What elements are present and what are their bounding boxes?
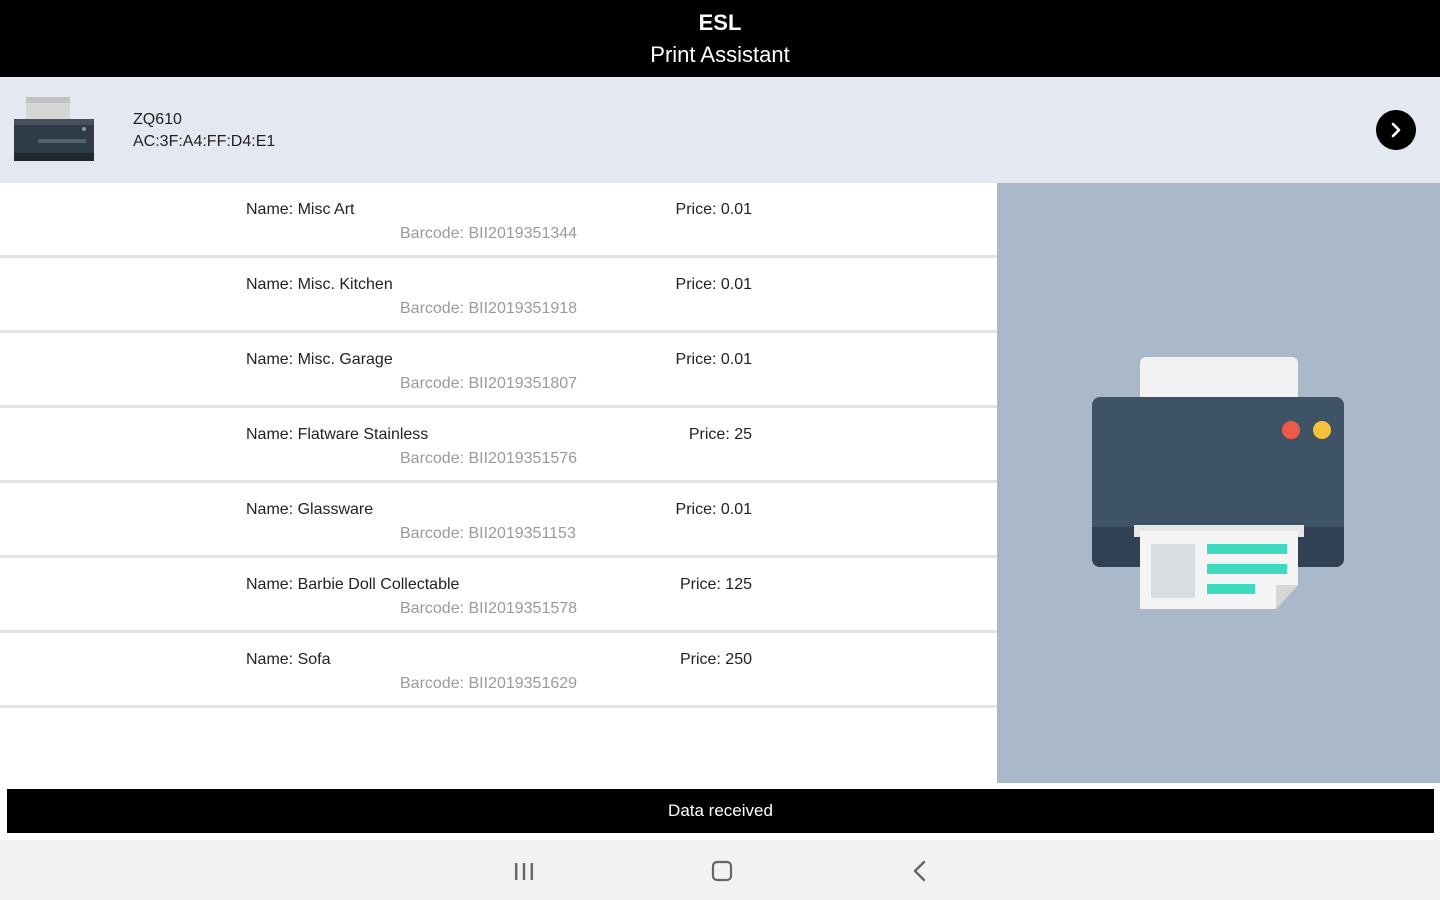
list-item[interactable]: Name: Misc. Garage Price: 0.01 Barcode: … — [0, 333, 997, 408]
list-item[interactable]: Name: Misc Art Price: 0.01 Barcode: BII2… — [0, 183, 997, 258]
item-price: Price: 0.01 — [675, 276, 752, 293]
list-item[interactable]: Name: Flatware Stainless Price: 25 Barco… — [0, 408, 997, 483]
list-item[interactable]: Name: Barbie Doll Collectable Price: 125… — [0, 558, 997, 633]
item-barcode: Barcode: BII2019351807 — [400, 375, 578, 392]
printer-info: ZQ610 AC:3F:A4:FF:D4:E1 — [133, 109, 275, 153]
printer-bar[interactable]: ZQ610 AC:3F:A4:FF:D4:E1 — [0, 77, 1440, 183]
printer-illustration-icon — [1091, 355, 1347, 616]
item-name: Name: Flatware Stainless — [246, 426, 429, 443]
item-barcode: Barcode: BII2019351629 — [400, 675, 578, 692]
printer-mac-address: AC:3F:A4:FF:D4:E1 — [133, 133, 276, 150]
printer-icon — [12, 95, 96, 165]
home-button[interactable] — [707, 856, 737, 886]
home-icon — [711, 860, 733, 882]
printer-details-button[interactable] — [1376, 110, 1416, 150]
app-subtitle: Print Assistant — [650, 42, 790, 67]
item-name: Name: Misc Art — [246, 201, 355, 218]
list-item[interactable]: Name: Glassware Price: 0.01 Barcode: BII… — [0, 483, 997, 558]
system-nav-bar — [0, 840, 1440, 900]
back-button[interactable] — [905, 856, 935, 886]
item-name: Name: Misc. Garage — [246, 351, 393, 368]
item-barcode: Barcode: BII2019351576 — [400, 450, 578, 467]
item-name: Name: Barbie Doll Collectable — [246, 576, 460, 593]
list-item[interactable]: Name: Misc. Kitchen Price: 0.01 Barcode:… — [0, 258, 997, 333]
item-list: Name: Misc Art Price: 0.01 Barcode: BII2… — [0, 183, 997, 783]
item-barcode: Barcode: BII2019351344 — [400, 225, 578, 242]
recents-icon — [515, 863, 533, 880]
app-bar: ESL Print Assistant — [0, 0, 1440, 77]
item-barcode: Barcode: BII2019351153 — [400, 525, 576, 542]
item-price: Price: 0.01 — [675, 201, 752, 218]
app-title: ESL — [698, 10, 742, 35]
chevron-right-icon — [1391, 122, 1401, 138]
list-item[interactable]: Name: Sofa Price: 250 Barcode: BII201935… — [0, 633, 997, 708]
item-name: Name: Glassware — [246, 501, 374, 518]
item-price: Price: 250 — [679, 651, 752, 668]
status-toast: Data received — [7, 789, 1434, 833]
printer-model: ZQ610 — [133, 111, 182, 128]
item-name: Name: Misc. Kitchen — [246, 276, 393, 293]
item-name: Name: Sofa — [246, 651, 331, 668]
item-price: Price: 25 — [688, 426, 752, 443]
item-price: Price: 0.01 — [675, 351, 752, 368]
back-icon — [913, 860, 926, 882]
item-barcode: Barcode: BII2019351918 — [400, 300, 578, 317]
recents-button[interactable] — [509, 856, 539, 886]
item-price: Price: 125 — [679, 576, 752, 593]
item-price: Price: 0.01 — [675, 501, 752, 518]
side-panel — [997, 183, 1440, 783]
item-barcode: Barcode: BII2019351578 — [400, 600, 578, 617]
